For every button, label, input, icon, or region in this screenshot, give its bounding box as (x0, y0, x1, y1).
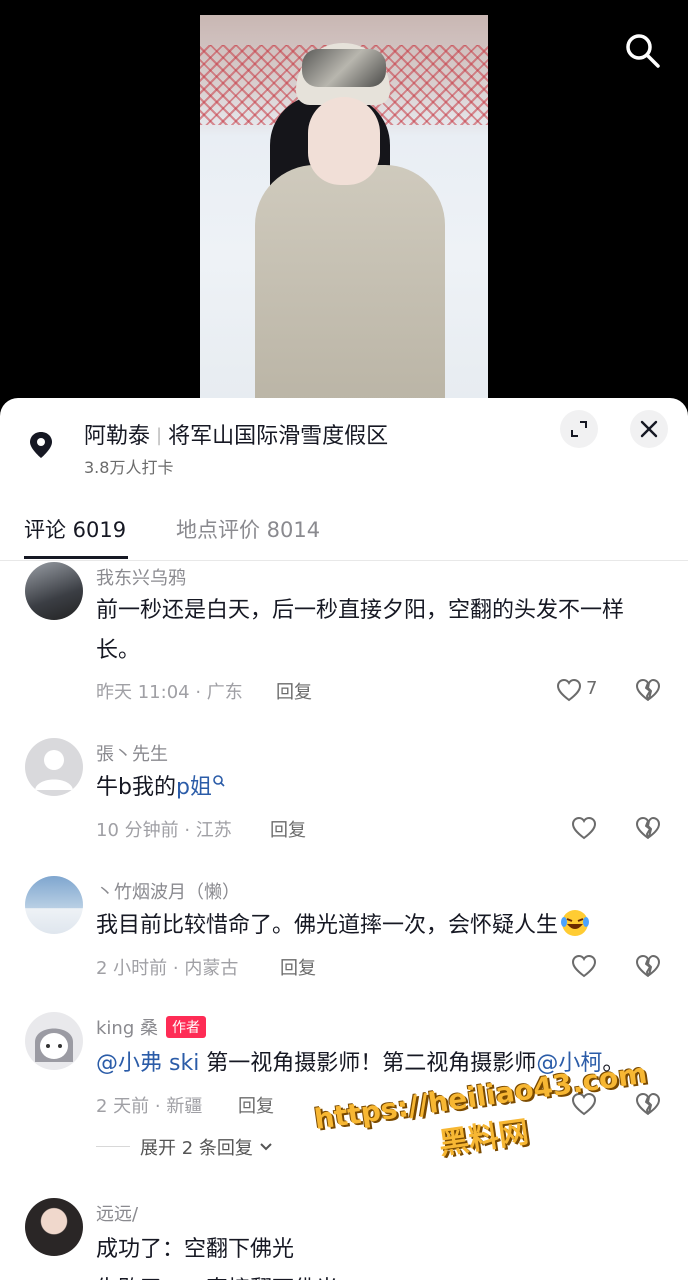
comment-meta: 2 天前 · 新疆 (96, 1096, 203, 1117)
comment-username-text: king 桑 (96, 1018, 158, 1039)
location-region: 阿勒泰 (84, 424, 151, 449)
comment-text: 牛b我的p姐 (96, 768, 666, 808)
checkin-count: 3.8万人打卡 (84, 458, 174, 477)
comment-meta: 10 分钟前 · 江苏 (96, 820, 232, 841)
avatar[interactable] (25, 1012, 83, 1070)
avatar[interactable] (25, 876, 83, 934)
divider (96, 1146, 130, 1147)
expand-icon (571, 421, 587, 437)
like-count: 7 (586, 678, 598, 699)
comment-text-body: 我目前比较惜命了。佛光道摔一次，会怀疑人生 (96, 913, 559, 938)
reply-button[interactable]: 回复 (280, 954, 316, 980)
reply-button[interactable]: 回复 (270, 816, 306, 842)
broken-heart-icon[interactable] (635, 816, 661, 840)
location-pin-icon (30, 432, 52, 458)
broken-heart-icon[interactable] (635, 954, 661, 978)
comment-username[interactable]: 远远/ (96, 1200, 138, 1226)
comment-username[interactable]: king 桑作者 (96, 1014, 206, 1040)
comment-text-body: 第一视角摄影师！第二视角摄影师 (199, 1051, 537, 1076)
author-badge: 作者 (165, 1016, 206, 1038)
comment-text: 我目前比较惜命了。佛光道摔一次，会怀疑人生 (96, 906, 666, 946)
close-button[interactable] (630, 410, 668, 448)
comment-username[interactable]: 丶竹烟波月（懒） (96, 878, 240, 904)
tab-comments[interactable]: 评论 6019 (24, 514, 126, 544)
expand-button[interactable] (560, 410, 598, 448)
comment-username[interactable]: 張丶先生 (96, 740, 168, 766)
comment-meta: 昨天 11:04 · 广东 (96, 682, 243, 703)
location-title[interactable]: 阿勒泰 | 将军山国际滑雪度假区 (84, 418, 388, 450)
active-tab-indicator (24, 556, 128, 559)
search-link[interactable]: p姐 (176, 775, 212, 800)
video-thumbnail (200, 15, 488, 420)
search-icon[interactable] (622, 30, 662, 70)
mention-link[interactable]: @小弗 ski (96, 1051, 199, 1076)
expand-replies-button[interactable]: 展开 2 条回复 (140, 1134, 273, 1160)
comment-text-partial: 失败了……直接翻下佛光 (96, 1270, 666, 1280)
close-icon (640, 420, 658, 438)
comment-username[interactable]: 我东兴乌鸦 (96, 564, 186, 590)
comment-text: 前一秒还是白天，后一秒直接夕阳，空翻的头发不一样长。 (96, 598, 625, 663)
avatar[interactable] (25, 738, 83, 796)
reply-button[interactable]: 回复 (238, 1092, 274, 1118)
heart-icon[interactable] (571, 954, 597, 978)
heart-icon[interactable] (571, 816, 597, 840)
comment-text-body: 牛b我的 (96, 775, 176, 800)
avatar[interactable] (25, 1198, 83, 1256)
expand-replies-label: 展开 2 条回复 (140, 1138, 253, 1159)
broken-heart-icon[interactable] (635, 678, 661, 702)
search-small-icon (213, 775, 225, 787)
comment-text: 成功了：空翻下佛光 (96, 1237, 295, 1262)
reply-button[interactable]: 回复 (276, 678, 312, 704)
tab-bar: 评论 6019 地点评价 8014 (0, 498, 688, 561)
avatar[interactable] (25, 562, 83, 620)
chevron-down-icon (259, 1143, 272, 1151)
heart-icon[interactable] (556, 678, 582, 702)
laughing-crying-emoji-icon (561, 910, 590, 936)
tab-place-reviews[interactable]: 地点评价 8014 (176, 514, 320, 544)
comment-meta: 2 小时前 · 内蒙古 (96, 958, 239, 979)
video-area[interactable] (0, 0, 688, 420)
location-name: 将军山国际滑雪度假区 (168, 424, 389, 449)
